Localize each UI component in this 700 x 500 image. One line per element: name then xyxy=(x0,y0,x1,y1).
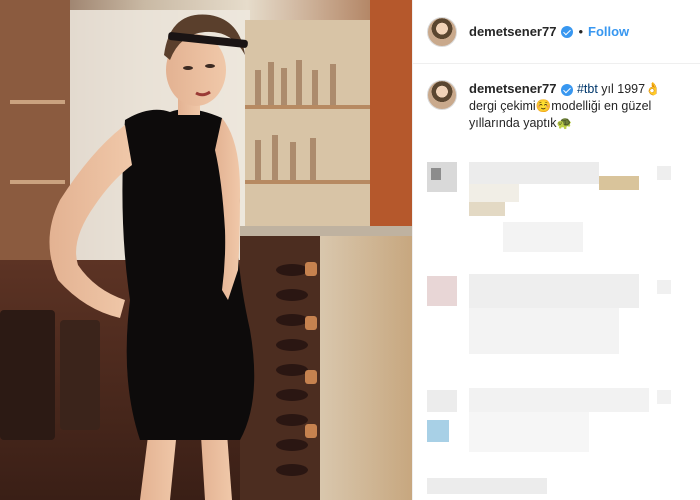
blurred-like-icon xyxy=(657,280,671,294)
avatar[interactable] xyxy=(427,16,457,47)
blurred-text xyxy=(469,274,639,308)
blurred-text xyxy=(469,202,505,216)
post-sidebar: demetsener77 • Follow demetsener77 #tbt … xyxy=(412,0,700,500)
caption-avatar[interactable] xyxy=(427,80,457,110)
blurred-avatar xyxy=(427,276,457,306)
post-header: demetsener77 • Follow xyxy=(413,0,700,64)
blurred-text xyxy=(427,390,457,412)
caption-username-link[interactable]: demetsener77 xyxy=(469,81,556,96)
username-link[interactable]: demetsener77 xyxy=(469,24,556,39)
blurred-text xyxy=(469,162,599,184)
blurred-footer xyxy=(427,478,547,494)
verified-badge-icon xyxy=(561,25,574,38)
blurred-like-icon xyxy=(657,166,671,180)
blurred-text xyxy=(469,412,589,452)
follow-button[interactable]: Follow xyxy=(588,24,629,39)
blurred-text xyxy=(469,388,649,412)
post-photo xyxy=(0,0,412,500)
post-caption: demetsener77 #tbt yıl 1997👌dergi çekimi☺… xyxy=(413,64,700,132)
blurred-like-icon xyxy=(657,390,671,404)
caption-hashtag-link[interactable]: #tbt xyxy=(577,82,598,96)
caption-text: demetsener77 #tbt yıl 1997👌dergi çekimi☺… xyxy=(469,80,686,132)
blurred-avatar xyxy=(427,420,449,442)
blurred-pixel xyxy=(431,168,441,180)
photo-illustration xyxy=(0,0,412,500)
caption-verified-badge-icon xyxy=(561,83,574,96)
blurred-text xyxy=(503,222,583,252)
separator-dot: • xyxy=(578,24,584,39)
blurred-text xyxy=(469,184,519,202)
blurred-text xyxy=(599,176,639,190)
blurred-text xyxy=(469,308,619,354)
